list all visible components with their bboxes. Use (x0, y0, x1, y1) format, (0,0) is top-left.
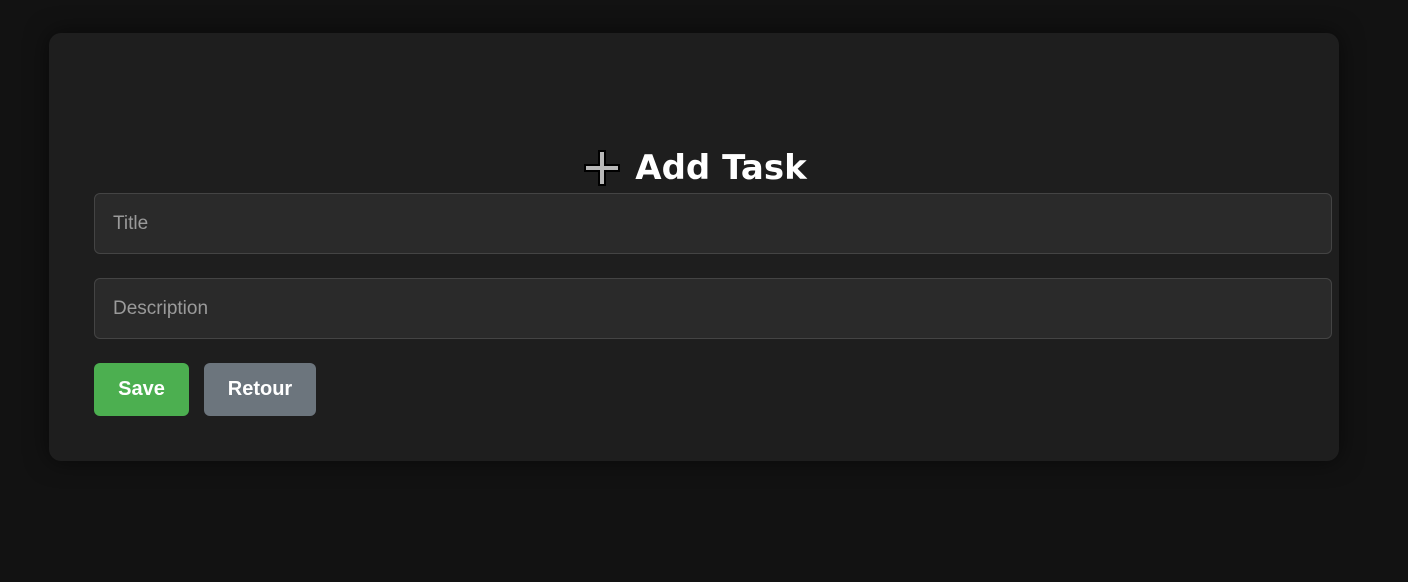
description-input[interactable] (94, 278, 1332, 339)
page-title-text: Add Task (635, 148, 807, 188)
add-task-card: Add Task Save Retour (49, 33, 1339, 461)
page-title: Add Task (49, 143, 1339, 193)
title-input[interactable] (94, 193, 1332, 254)
plus-icon (581, 147, 623, 189)
back-button[interactable]: Retour (204, 363, 316, 416)
save-button[interactable]: Save (94, 363, 189, 416)
